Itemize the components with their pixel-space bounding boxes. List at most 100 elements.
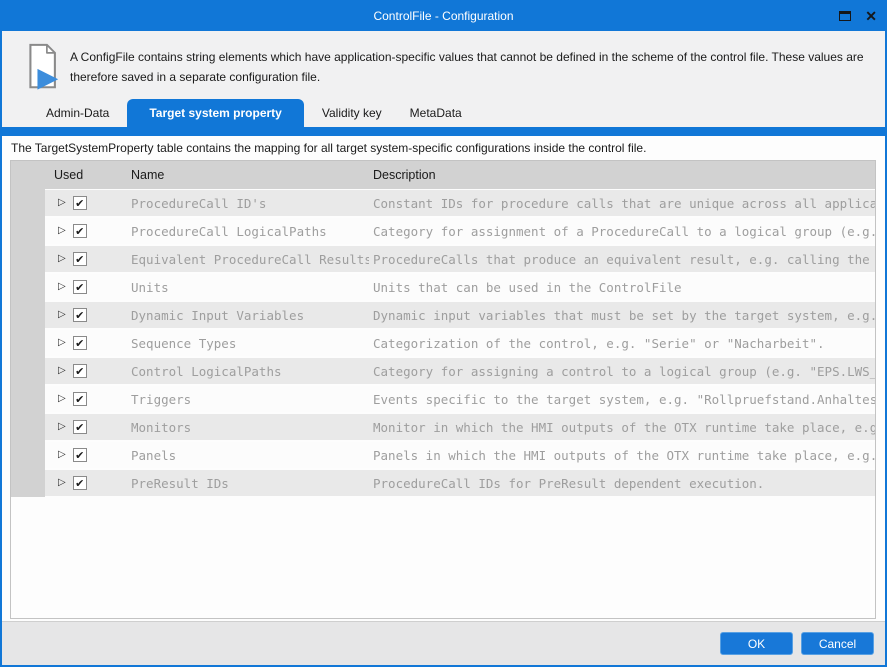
table-row[interactable]: ▷✔ProcedureCall LogicalPathsCategory for… [11, 217, 875, 245]
expand-arrow-icon[interactable]: ▷ [58, 254, 66, 264]
table-row[interactable]: ▷✔MonitorsMonitor in which the HMI outpu… [11, 413, 875, 441]
column-header-used[interactable]: Used [45, 168, 117, 182]
row-name: ProcedureCall ID's [117, 190, 369, 216]
expand-arrow-icon[interactable]: ▷ [58, 478, 66, 488]
row-used-cell: ▷✔ [45, 414, 117, 440]
used-checkbox[interactable]: ✔ [73, 308, 87, 322]
dialog-footer: OK Cancel [2, 621, 885, 665]
row-description: ProcedureCalls that produce an equivalen… [369, 246, 875, 272]
active-tab-bar [0, 127, 887, 136]
row-description: Category for assignment of a ProcedureCa… [369, 218, 875, 244]
row-description: Categorization of the control, e.g. "Ser… [369, 330, 875, 356]
row-used-cell: ▷✔ [45, 470, 117, 496]
row-used-cell: ▷✔ [45, 190, 117, 216]
row-description: Units that can be used in the ControlFil… [369, 274, 875, 300]
configuration-dialog: ControlFile - Configuration ✕ A ConfigFi… [0, 0, 887, 667]
row-used-cell: ▷✔ [45, 218, 117, 244]
table-row[interactable]: ▷✔Dynamic Input VariablesDynamic input v… [11, 301, 875, 329]
row-used-cell: ▷✔ [45, 330, 117, 356]
table-row[interactable]: ▷✔ProcedureCall ID'sConstant IDs for pro… [11, 189, 875, 217]
row-name: Dynamic Input Variables [117, 302, 369, 328]
row-gutter [11, 441, 45, 469]
row-description: Events specific to the target system, e.… [369, 386, 875, 412]
used-checkbox[interactable]: ✔ [73, 392, 87, 406]
row-description: Category for assigning a control to a lo… [369, 358, 875, 384]
tab-bar: Admin-Data Target system property Validi… [2, 95, 885, 127]
row-gutter [11, 245, 45, 273]
row-description: Dynamic input variables that must be set… [369, 302, 875, 328]
window-controls: ✕ [839, 0, 877, 31]
row-gutter [11, 413, 45, 441]
row-name: Units [117, 274, 369, 300]
row-name: ProcedureCall LogicalPaths [117, 218, 369, 244]
row-gutter [11, 273, 45, 301]
table-row[interactable]: ▷ ✔ PanelsPanels in which the HMI outputs … [11, 441, 875, 469]
expand-arrow-icon[interactable]: ▷ [58, 338, 66, 348]
expand-arrow-icon[interactable]: ▷ [58, 394, 66, 404]
row-name: Panels [117, 442, 369, 468]
used-checkbox[interactable]: ✔ [73, 336, 87, 350]
row-gutter [11, 217, 45, 245]
column-header-name[interactable]: Name [117, 168, 369, 182]
row-description: Monitor in which the HMI outputs of the … [369, 414, 875, 440]
expand-arrow-icon[interactable]: ▷ [58, 422, 66, 432]
table-row[interactable]: ▷✔UnitsUnits that can be used in the Con… [11, 273, 875, 301]
tab-content: The TargetSystemProperty table contains … [2, 136, 885, 621]
row-description: ProcedureCall IDs for PreResult dependen… [369, 470, 875, 496]
row-description: Constant IDs for procedure calls that ar… [369, 190, 875, 216]
row-used-cell: ▷✔ [45, 386, 117, 412]
window-title: ControlFile - Configuration [373, 9, 513, 23]
row-used-cell: ▷✔ [45, 274, 117, 300]
row-used-cell: ▷✔ [45, 358, 117, 384]
row-gutter [11, 329, 45, 357]
row-used-cell: ▷✔ [45, 302, 117, 328]
row-gutter [11, 357, 45, 385]
table-info-text: The TargetSystemProperty table contains … [2, 136, 885, 160]
header-strip: A ConfigFile contains string elements wh… [2, 31, 885, 95]
expand-arrow-icon[interactable]: ▷ [58, 282, 66, 292]
row-used-cell: ▷✔ [45, 246, 117, 272]
used-checkbox[interactable]: ✔ [73, 364, 87, 378]
column-header-description[interactable]: Description [369, 168, 875, 182]
table-row[interactable]: ▷✔Equivalent ProcedureCall ResultsProced… [11, 245, 875, 273]
target-system-property-table: Used Name Description ▷✔ProcedureCall ID… [10, 160, 876, 619]
row-name: Equivalent ProcedureCall Results [117, 246, 369, 272]
dialog-description: A ConfigFile contains string elements wh… [70, 42, 870, 87]
table-row[interactable]: ▷✔PreResult IDsProcedureCall IDs for Pre… [11, 469, 875, 497]
used-checkbox[interactable]: ✔ [73, 196, 87, 210]
table-body: ▷✔ProcedureCall ID'sConstant IDs for pro… [11, 189, 875, 497]
expand-arrow-icon[interactable]: ▷ [58, 226, 66, 236]
expand-arrow-icon[interactable]: ▷ [58, 198, 66, 208]
row-gutter [11, 469, 45, 497]
used-checkbox[interactable]: ✔ [73, 476, 87, 490]
expand-arrow-icon[interactable]: ▷ [58, 450, 66, 460]
row-gutter [11, 301, 45, 329]
row-description: Panels in which the HMI outputs of the O… [369, 442, 875, 468]
expand-arrow-icon[interactable]: ▷ [58, 310, 66, 320]
table-row[interactable]: ▷✔Control LogicalPathsCategory for assig… [11, 357, 875, 385]
used-checkbox[interactable]: ✔ [73, 448, 87, 462]
used-checkbox[interactable]: ✔ [73, 280, 87, 294]
tab-admin-data[interactable]: Admin-Data [32, 100, 123, 127]
tab-target-system-property[interactable]: Target system property [127, 99, 304, 127]
used-checkbox[interactable]: ✔ [73, 224, 87, 238]
tab-metadata[interactable]: MetaData [396, 100, 476, 127]
tab-validity-key[interactable]: Validity key [308, 100, 396, 127]
table-header-row: Used Name Description [11, 161, 875, 189]
row-name: PreResult IDs [117, 470, 369, 496]
maximize-icon[interactable] [839, 11, 851, 21]
config-file-icon [29, 42, 61, 92]
row-name: Triggers [117, 386, 369, 412]
used-checkbox[interactable]: ✔ [73, 252, 87, 266]
table-row[interactable]: ▷✔Sequence TypesCategorization of the co… [11, 329, 875, 357]
row-gutter [11, 189, 45, 217]
row-name: Sequence Types [117, 330, 369, 356]
expand-arrow-icon[interactable]: ▷ [58, 366, 66, 376]
ok-button[interactable]: OK [720, 632, 793, 655]
used-checkbox[interactable]: ✔ [73, 420, 87, 434]
row-name: Monitors [117, 414, 369, 440]
close-icon[interactable]: ✕ [865, 9, 877, 23]
table-row[interactable]: ▷✔TriggersEvents specific to the target … [11, 385, 875, 413]
row-gutter [11, 385, 45, 413]
cancel-button[interactable]: Cancel [801, 632, 874, 655]
